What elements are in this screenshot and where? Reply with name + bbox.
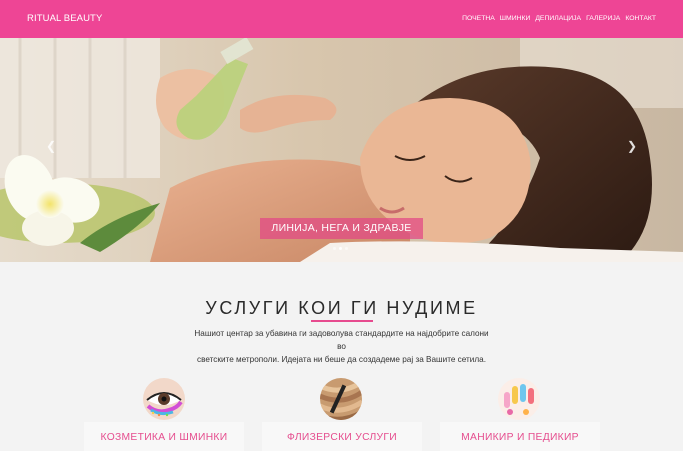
services-section: УСЛУГИ КОИ ГИ НУДИМЕ Нашиот центар за уб… — [0, 262, 683, 451]
brand-logo[interactable]: RITUAL BEAUTY — [27, 13, 102, 24]
carousel-prev-button[interactable]: ❮ — [46, 140, 56, 152]
service-card-makeup[interactable]: КОЗМЕТИКА И ШМИНКИ — [84, 422, 244, 451]
carousel-next-button[interactable]: ❯ — [627, 140, 637, 152]
chevron-right-icon: ❯ — [627, 139, 638, 153]
services-description: Нашиот центар за убавина ги задоволува с… — [190, 327, 493, 366]
carousel-dot[interactable] — [333, 247, 336, 250]
service-card-label[interactable]: ФЛИЗЕРСКИ УСЛУГИ — [262, 432, 422, 443]
description-line-1: Нашиот центар за убавина ги задоволува с… — [194, 329, 489, 351]
service-card-label[interactable]: МАНИКИР И ПЕДИКИР — [440, 432, 600, 443]
nails-image — [498, 378, 540, 420]
carousel-indicators — [333, 247, 348, 250]
main-nav: ПОЧЕТНА ШМИНКИ ДЕПИЛАЦИЈА ГАЛЕРИЈА КОНТА… — [462, 15, 656, 22]
nav-item-contact[interactable]: КОНТАКТ — [625, 15, 656, 22]
hero-caption: ЛИНИЈА, НЕГА И ЗДРАВЈЕ — [260, 218, 423, 239]
carousel-dot[interactable] — [345, 247, 348, 250]
service-card-nails[interactable]: МАНИКИР И ПЕДИКИР — [440, 422, 600, 451]
nav-item-home[interactable]: ПОЧЕТНА — [462, 15, 495, 22]
hero-carousel: ❮ ❯ ЛИНИЈА, НЕГА И ЗДРАВЈЕ — [0, 38, 683, 262]
service-card-hair[interactable]: ФЛИЗЕРСКИ УСЛУГИ — [262, 422, 422, 451]
hair-image — [320, 378, 362, 420]
services-title: УСЛУГИ КОИ ГИ НУДИМЕ — [205, 298, 478, 318]
title-underline — [311, 320, 373, 322]
makeup-eye-image — [143, 378, 185, 420]
nav-item-makeup[interactable]: ШМИНКИ — [500, 15, 531, 22]
nav-item-gallery[interactable]: ГАЛЕРИЈА — [586, 15, 620, 22]
nav-item-depilation[interactable]: ДЕПИЛАЦИЈА — [535, 15, 581, 22]
navbar: RITUAL BEAUTY ПОЧЕТНА ШМИНКИ ДЕПИЛАЦИЈА … — [0, 0, 683, 38]
carousel-dot-active[interactable] — [339, 247, 342, 250]
description-line-2: светските метрополи. Идејата ни беше да … — [197, 355, 486, 364]
chevron-left-icon: ❮ — [46, 139, 57, 153]
service-card-label[interactable]: КОЗМЕТИКА И ШМИНКИ — [84, 432, 244, 443]
